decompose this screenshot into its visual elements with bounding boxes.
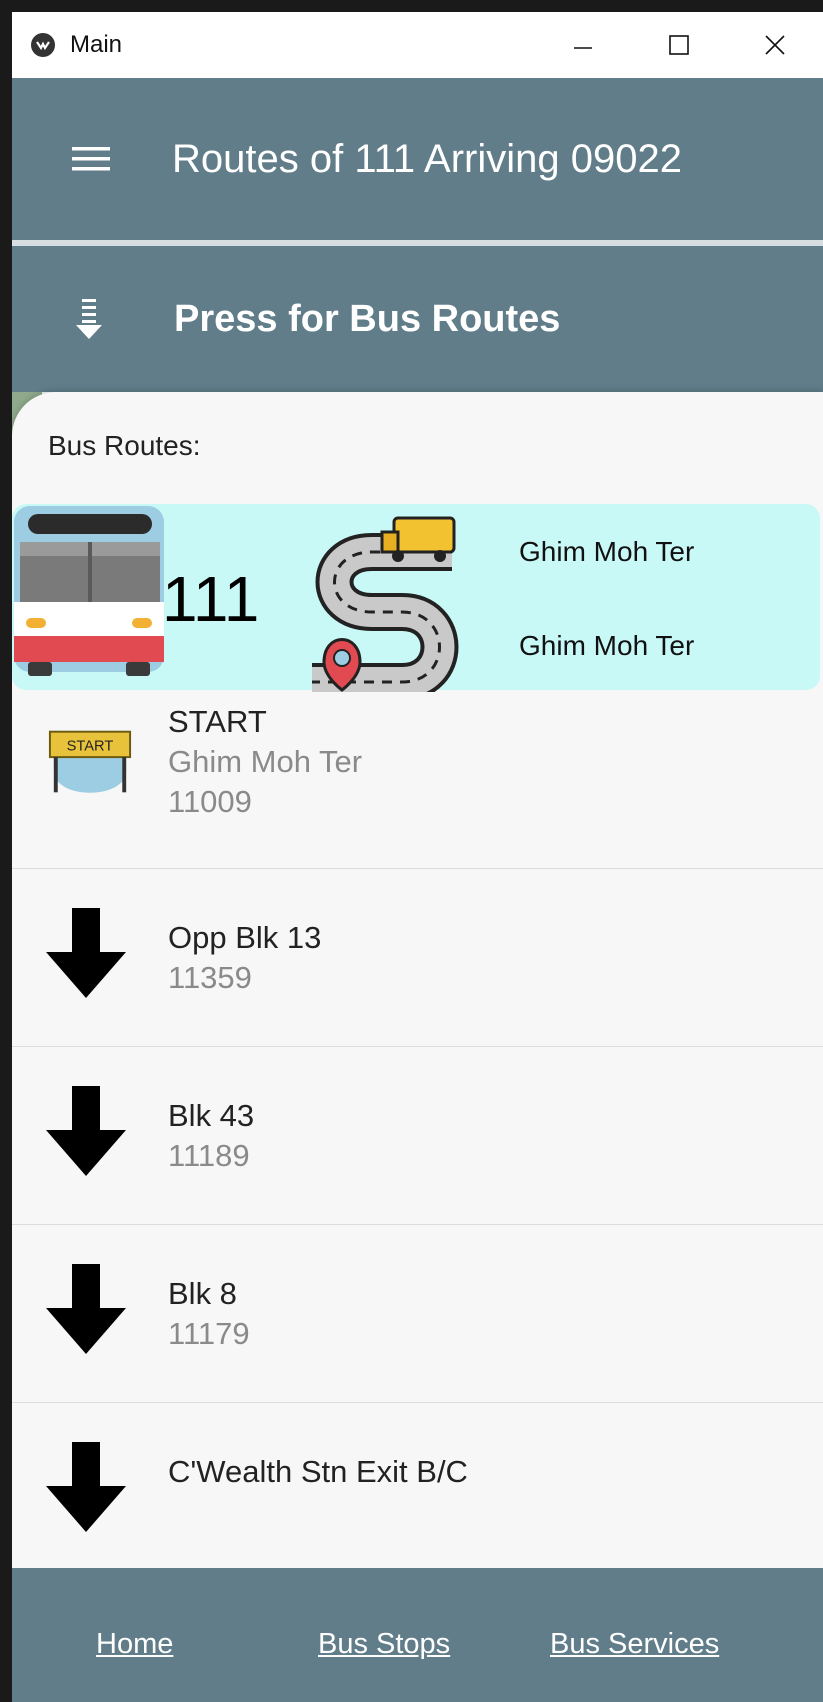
stop-code: 11189 (168, 1138, 250, 1173)
maximize-icon (669, 35, 689, 55)
nav-bus-stops-link[interactable]: Bus Stops (318, 1628, 450, 1661)
maximize-button[interactable] (631, 12, 727, 78)
list-item-start[interactable]: START START Ghim Moh Ter 11009 (12, 690, 823, 869)
bus-routes-toggle[interactable]: Press for Bus Routes (12, 246, 823, 392)
bus-routes-toggle-label: Press for Bus Routes (174, 297, 561, 340)
expand-down-icon (76, 299, 102, 339)
minimize-button[interactable] (535, 12, 631, 78)
hamburger-menu-icon[interactable] (72, 145, 110, 173)
stop-name: START (168, 704, 267, 739)
stop-name: Blk 43 (168, 1098, 255, 1133)
stop-code: 11009 (168, 784, 252, 819)
list-item[interactable]: C'Wealth Stn Exit B/C (12, 1402, 823, 1568)
top-app-bar: Routes of 111 Arriving 09022 (12, 78, 823, 240)
bus-routes-sheet: Bus Routes: 111 Ghim Moh Ter Ghim Moh Te… (12, 392, 823, 1568)
service-number: 111 (162, 563, 260, 635)
stop-name: C'Wealth Stn Exit B/C (168, 1454, 468, 1489)
arrow-down-icon (46, 1264, 126, 1354)
arrow-down-icon (46, 1442, 126, 1532)
service-destination-origin: Ghim Moh Ter (519, 536, 695, 567)
window-title: Main (70, 31, 123, 58)
arrow-down-icon (46, 908, 126, 998)
app-window: Main Routes of 111 Arriving 09022 Press … (12, 12, 823, 1702)
window-titlebar: Main (12, 12, 823, 79)
close-icon (765, 35, 785, 55)
stop-code: 11359 (168, 960, 252, 995)
minimize-icon (574, 47, 592, 49)
list-item[interactable]: Blk 43 11189 (12, 1046, 823, 1225)
bottom-nav-bar: Home Bus Stops Bus Services (12, 1568, 823, 1702)
list-item[interactable]: Blk 8 11179 (12, 1224, 823, 1403)
bus-icon (14, 506, 164, 676)
close-button[interactable] (727, 12, 823, 78)
list-item[interactable]: Opp Blk 13 11359 (12, 868, 823, 1047)
nav-bus-services-link[interactable]: Bus Services (550, 1628, 719, 1661)
route-road-icon (312, 516, 459, 692)
stop-name: Blk 8 (168, 1276, 237, 1311)
service-destination-terminal: Ghim Moh Ter (519, 630, 695, 661)
start-sign-icon: START (48, 730, 132, 793)
page-title: Routes of 111 Arriving 09022 (172, 136, 682, 181)
svg-text:START: START (67, 738, 114, 754)
stop-name: Opp Blk 13 (168, 920, 322, 955)
stop-road: Ghim Moh Ter (168, 744, 363, 779)
app-logo-icon (31, 33, 55, 57)
arrow-down-icon (46, 1086, 126, 1176)
nav-home-link[interactable]: Home (96, 1628, 173, 1661)
sheet-heading: Bus Routes: (48, 430, 201, 461)
service-card[interactable]: 111 Ghim Moh Ter Ghim Moh Ter (12, 504, 820, 692)
stop-code: 11179 (168, 1316, 250, 1351)
